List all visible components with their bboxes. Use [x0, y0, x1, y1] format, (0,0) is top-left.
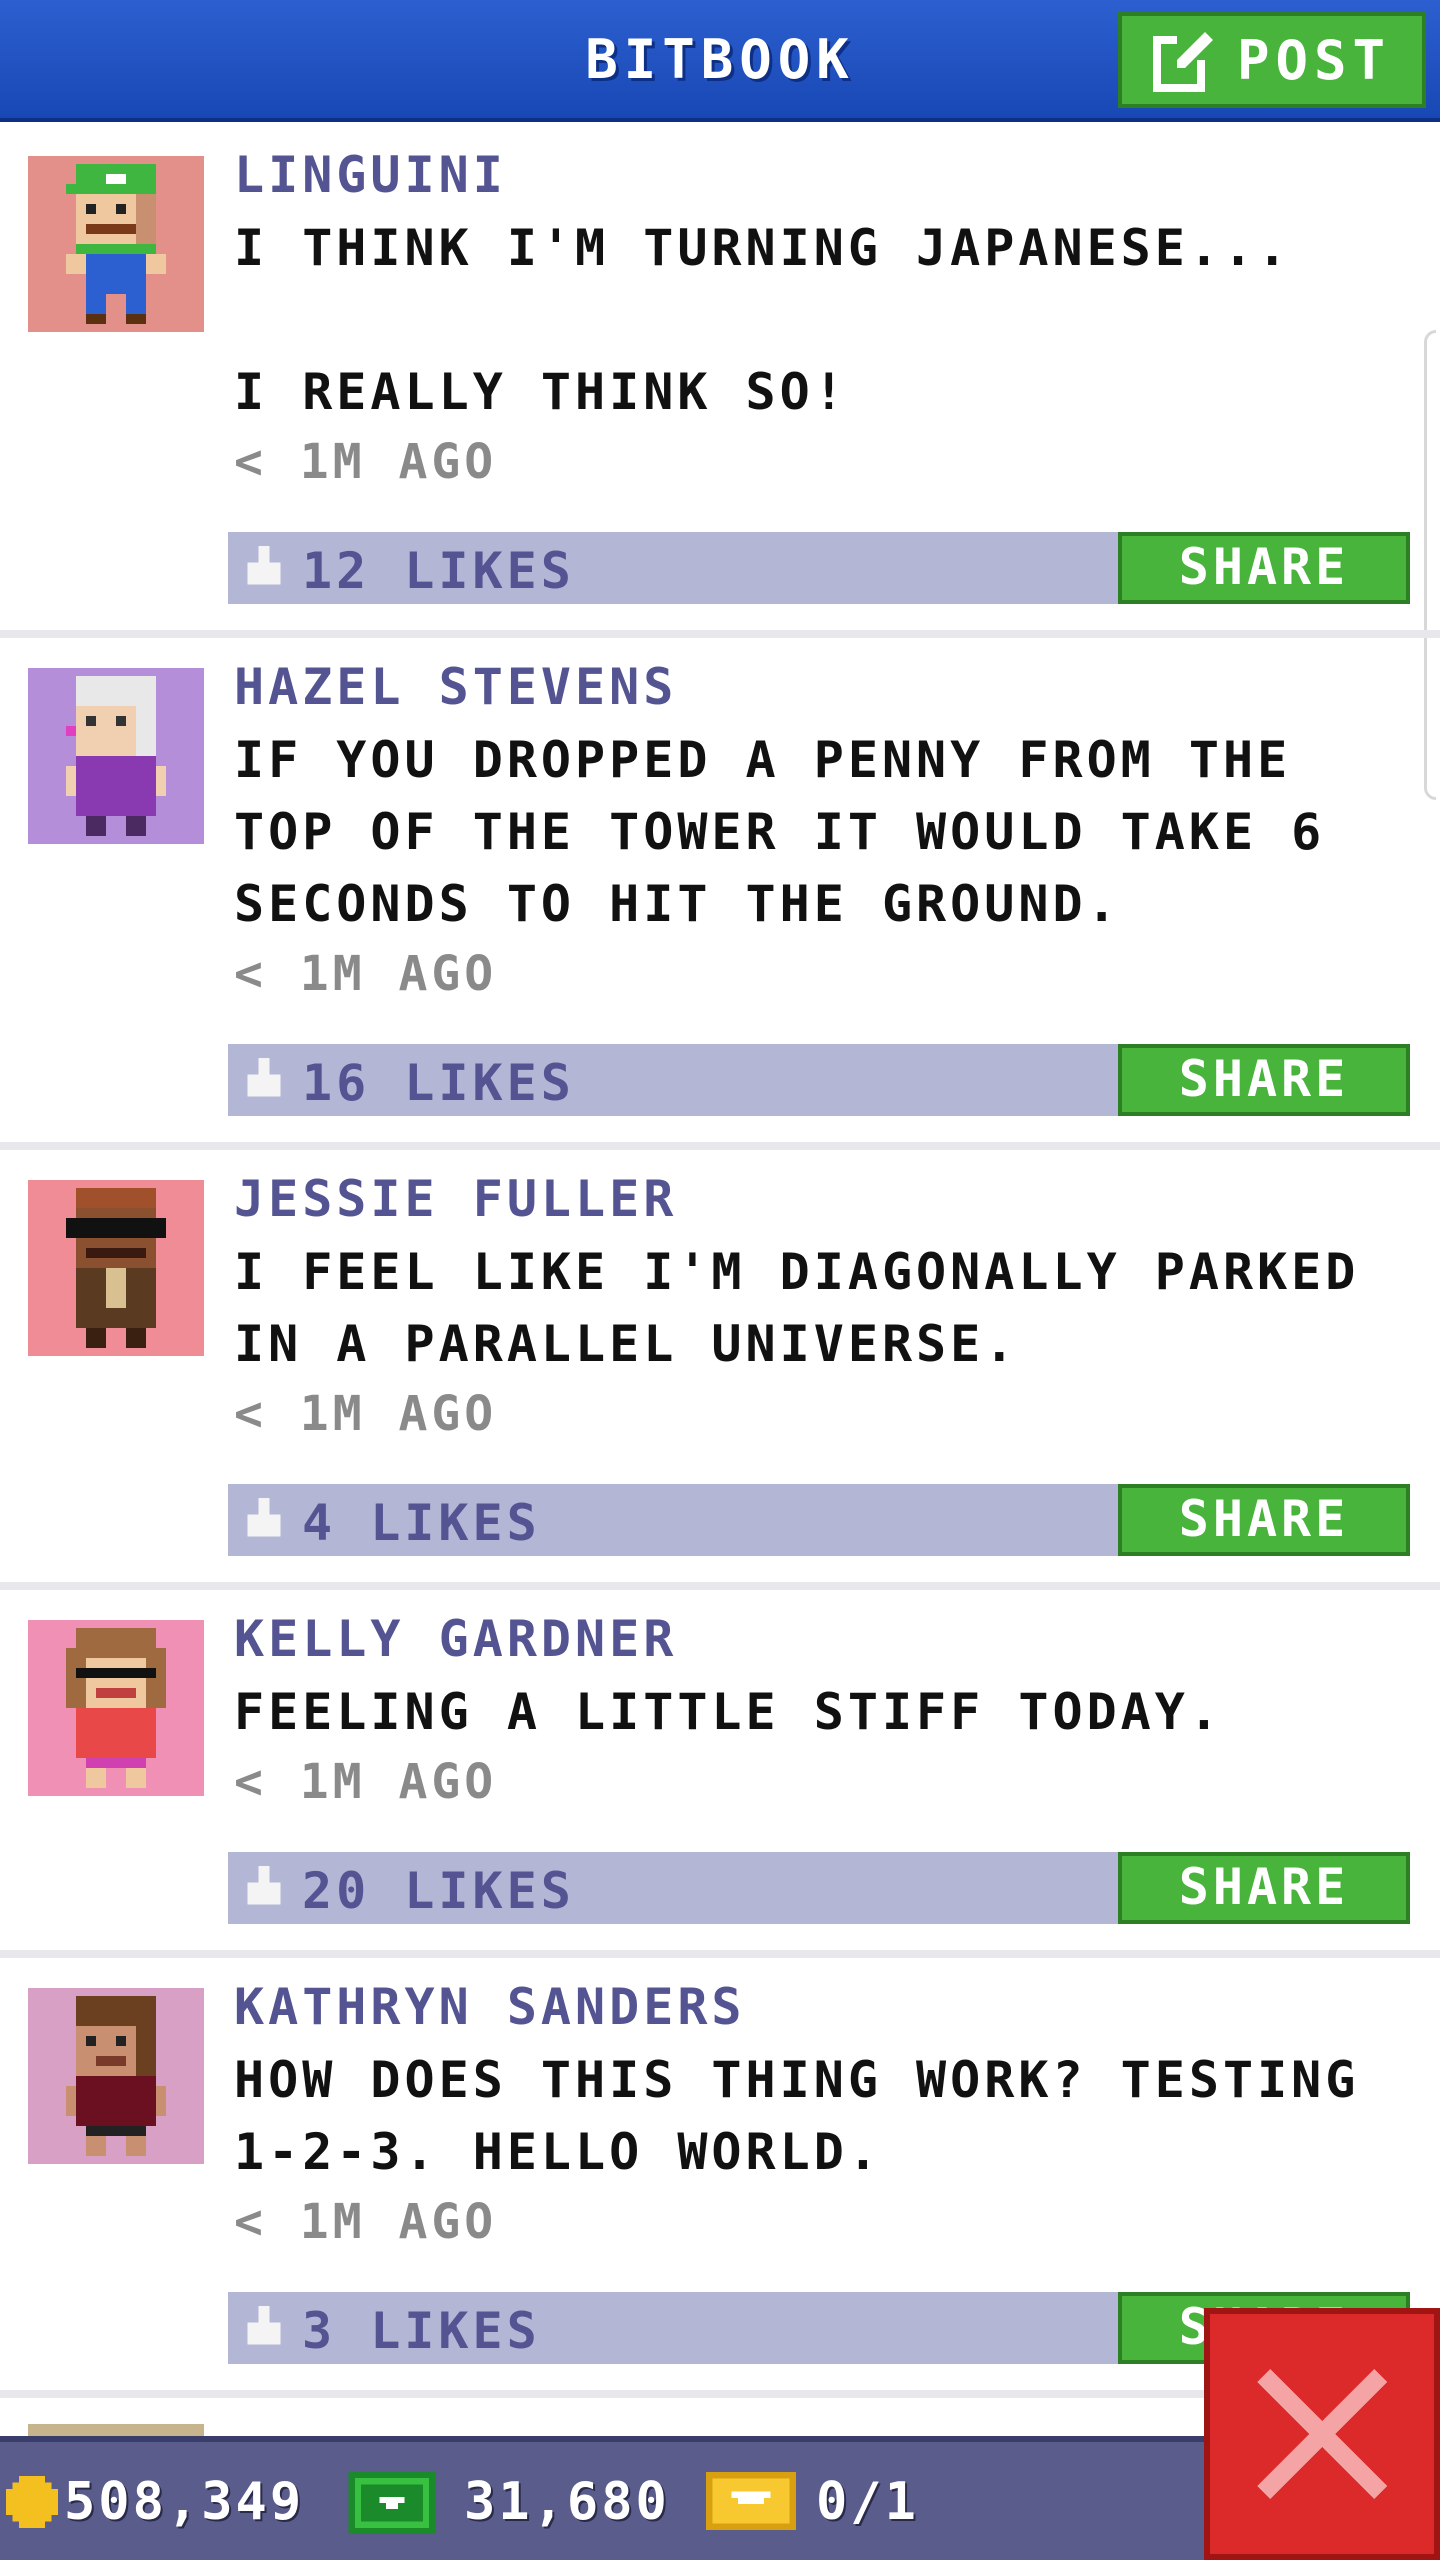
likes-count: 4 LIKES — [302, 1494, 541, 1552]
avatar — [28, 668, 204, 844]
feed-post: HAZEL STEVENS IF YOU DROPPED A PENNY FRO… — [0, 638, 1440, 1150]
ticket-count: 0/1 — [816, 2472, 919, 2532]
likes-bar: 12 LIKES SHARE — [228, 532, 1410, 604]
share-button[interactable]: SHARE — [1118, 532, 1410, 604]
likes-count: 16 LIKES — [302, 1054, 575, 1112]
likes-count: 12 LIKES — [302, 542, 575, 600]
share-button[interactable]: SHARE — [1118, 1044, 1410, 1116]
post-text: I THINK I'M TURNING JAPANESE... I REALLY… — [234, 219, 1292, 421]
post-text: IF YOU DROPPED A PENNY FROM THE TOP OF T… — [234, 731, 1360, 933]
close-button[interactable] — [1204, 2308, 1440, 2560]
feed-post: LINGUINI I THINK I'M TURNING JAPANESE...… — [0, 126, 1440, 638]
likes-bar: 20 LIKES SHARE — [228, 1852, 1410, 1924]
close-icon — [1257, 2369, 1387, 2499]
edit-icon — [1152, 32, 1213, 92]
post-text: I FEEL LIKE I'M DIAGONALLY PARKED IN A P… — [234, 1243, 1394, 1373]
share-button[interactable]: SHARE — [1118, 1484, 1410, 1556]
post-author[interactable]: KATHRYN SANDERS — [234, 1978, 746, 2036]
avatar — [28, 156, 204, 332]
post-timestamp: < 1M AGO — [234, 946, 498, 1002]
thumbs-up-icon[interactable] — [242, 1866, 286, 1910]
coin-count: 508,349 — [64, 2472, 305, 2532]
avatar — [28, 1620, 204, 1796]
avatar — [28, 1180, 204, 1356]
post-author[interactable]: JESSIE FULLER — [234, 1170, 677, 1228]
likes-count: 20 LIKES — [302, 1862, 575, 1920]
feed-post: JESSIE FULLER I FEEL LIKE I'M DIAGONALLY… — [0, 1150, 1440, 1590]
coin-icon — [6, 2476, 58, 2528]
post-timestamp: < 1M AGO — [234, 434, 498, 490]
bux-count: 31,680 — [464, 2472, 670, 2532]
post-button[interactable]: POST — [1118, 12, 1426, 108]
app-header: BITBOOK POST — [0, 0, 1440, 122]
thumbs-up-icon[interactable] — [242, 2306, 286, 2350]
post-author[interactable]: LINGUINI — [234, 146, 507, 204]
post-text: HOW DOES THIS THING WORK? TESTING 1-2-3.… — [234, 2051, 1394, 2181]
avatar — [28, 1988, 204, 2164]
ticket-icon — [706, 2472, 796, 2530]
likes-count: 3 LIKES — [302, 2302, 541, 2360]
likes-bar: 16 LIKES SHARE — [228, 1044, 1410, 1116]
thumbs-up-icon[interactable] — [242, 546, 286, 590]
post-author[interactable]: KELLY GARDNER — [234, 1610, 677, 1668]
feed-post: KELLY GARDNER FEELING A LITTLE STIFF TOD… — [0, 1590, 1440, 1958]
post-text: FEELING A LITTLE STIFF TODAY. — [234, 1683, 1223, 1741]
thumbs-up-icon[interactable] — [242, 1058, 286, 1102]
post-author[interactable]: HAZEL STEVENS — [234, 658, 677, 716]
bux-icon — [348, 2472, 436, 2534]
likes-bar: 4 LIKES SHARE — [228, 1484, 1410, 1556]
post-timestamp: < 1M AGO — [234, 2194, 498, 2250]
thumbs-up-icon[interactable] — [242, 1498, 286, 1542]
post-timestamp: < 1M AGO — [234, 1754, 498, 1810]
post-button-label: POST — [1236, 28, 1392, 92]
avatar — [28, 2424, 204, 2436]
post-timestamp: < 1M AGO — [234, 1386, 498, 1442]
share-button[interactable]: SHARE — [1118, 1852, 1410, 1924]
